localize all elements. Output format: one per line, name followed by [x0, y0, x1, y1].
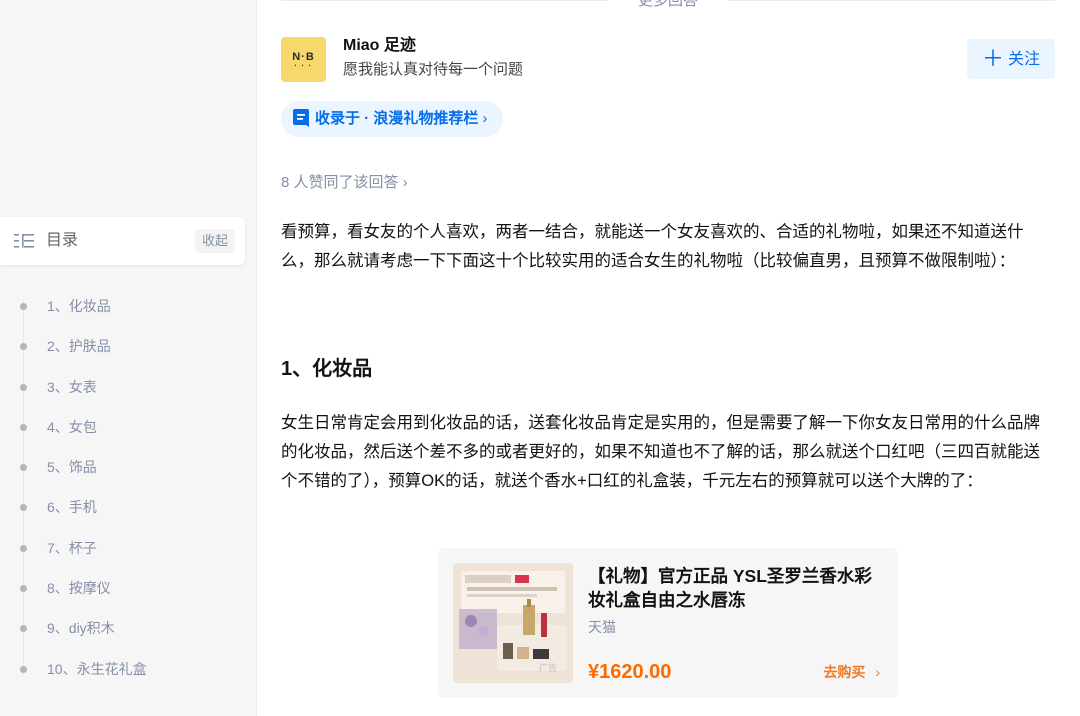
toc-item-label: 7、杯子: [47, 539, 97, 556]
toc-item-phone[interactable]: 6、手机: [0, 487, 257, 527]
product-title[interactable]: 【礼物】官方正品 YSL圣罗兰香水彩妆礼盒自由之水唇冻: [588, 564, 888, 612]
toc-item-label: 3、女表: [47, 378, 97, 395]
more-answers-link[interactable]: 更多回答: [608, 0, 728, 11]
likes-count[interactable]: 8 人赞同了该回答 ›: [281, 173, 408, 193]
toc-item-jewelry[interactable]: 5、饰品: [0, 447, 257, 487]
bookmark-note-icon: [293, 109, 309, 127]
toc-list: 1、化妆品 2、护肤品 3、女表 4、女包 5、饰品 6、手机 7、杯子 8、按…: [0, 286, 257, 689]
chevron-right-icon: ›: [482, 110, 488, 127]
toc-dot: [20, 544, 27, 552]
toc-header: 目录 收起: [0, 217, 245, 265]
collection-tag[interactable]: 收录于 · 浪漫礼物推荐栏 ›: [281, 101, 504, 137]
product-shop: 天猫: [588, 619, 616, 635]
toc-dot: [20, 423, 27, 431]
toc-item-massager[interactable]: 8、按摩仪: [0, 568, 257, 608]
follow-button[interactable]: ＋关注: [967, 39, 1055, 79]
toc-dot: [20, 625, 27, 633]
toc-item-label: 10、永生花礼盒: [47, 660, 147, 677]
toc-item-label: 1、化妆品: [47, 298, 111, 314]
chevron-right-icon: ›: [875, 664, 880, 680]
product-image: 广告: [453, 563, 573, 683]
toc-item-label: 5、饰品: [47, 459, 97, 476]
follow-label: 关注: [1008, 51, 1041, 68]
toc-dot: [20, 343, 27, 351]
paragraph-cosmetics: 女生日常肯定会用到化妆品的话，送套化妆品肯定是实用的，但是需要了解一下你女友日常…: [281, 414, 1040, 490]
author-name[interactable]: Miao 足迹: [343, 36, 416, 56]
toc-dot: [20, 504, 27, 512]
toc-dot: [20, 303, 27, 310]
toc-item-label: 4、女包: [47, 418, 97, 435]
toc-item-label: 9、diy积木: [47, 620, 115, 637]
product-card[interactable]: 广告 【礼物】官方正品 YSL圣罗兰香水彩妆礼盒自由之水唇冻 天猫 ¥1620.…: [438, 548, 898, 698]
toc-item-label: 6、手机: [47, 499, 97, 516]
buy-button[interactable]: 去购买 ›: [823, 661, 880, 683]
divider: [281, 0, 608, 1]
toc-item-cosmetics[interactable]: 1、化妆品: [0, 286, 257, 326]
toc-collapse-button[interactable]: 收起: [194, 229, 235, 253]
toc-dot: [20, 665, 27, 673]
toc-item-flower-box[interactable]: 10、永生花礼盒: [0, 649, 257, 689]
toc-dot: [20, 383, 27, 391]
sidebar: 目录 收起 1、化妆品 2、护肤品 3、女表 4、女包 5、饰品 6、手机 7、…: [0, 0, 257, 716]
toc-dot: [20, 464, 27, 472]
toc-title: 目录: [46, 232, 79, 249]
collection-label: 收录于 · 浪漫礼物推荐栏: [315, 110, 479, 127]
plus-icon: ＋: [981, 46, 1004, 71]
toc-list-icon: [14, 234, 34, 248]
divider: [728, 0, 1055, 1]
section-heading: 1、化妆品: [281, 358, 373, 380]
ad-label: 广告: [539, 663, 558, 673]
toc-item-cup[interactable]: 7、杯子: [0, 528, 257, 568]
toc-item-label: 2、护肤品: [47, 338, 111, 355]
product-price: ¥1620.00: [588, 661, 672, 683]
avatar-dots: • • •: [294, 63, 313, 69]
toc-item-bag[interactable]: 4、女包: [0, 407, 257, 447]
buy-label: 去购买: [823, 664, 866, 680]
toc-item-diy-blocks[interactable]: 9、diy积木: [0, 608, 257, 648]
paragraph-intro: 看预算，看女友的个人喜欢，两者一结合，就能送一个女友喜欢的、合适的礼物啦，如果还…: [281, 223, 1024, 270]
avatar[interactable]: N·B • • •: [281, 37, 326, 82]
toc-item-skincare[interactable]: 2、护肤品: [0, 326, 257, 366]
answer-content: 更多回答 N·B • • • Miao 足迹 愿我能认真对待每一个问题 ＋关注 …: [257, 0, 1080, 716]
toc-item-label: 8、按摩仪: [47, 580, 111, 597]
author-bio: 愿我能认真对待每一个问题: [343, 61, 524, 78]
toc-item-watch[interactable]: 3、女表: [0, 367, 257, 407]
avatar-logo-text: N·B: [292, 51, 315, 63]
toc-dot: [20, 585, 27, 593]
